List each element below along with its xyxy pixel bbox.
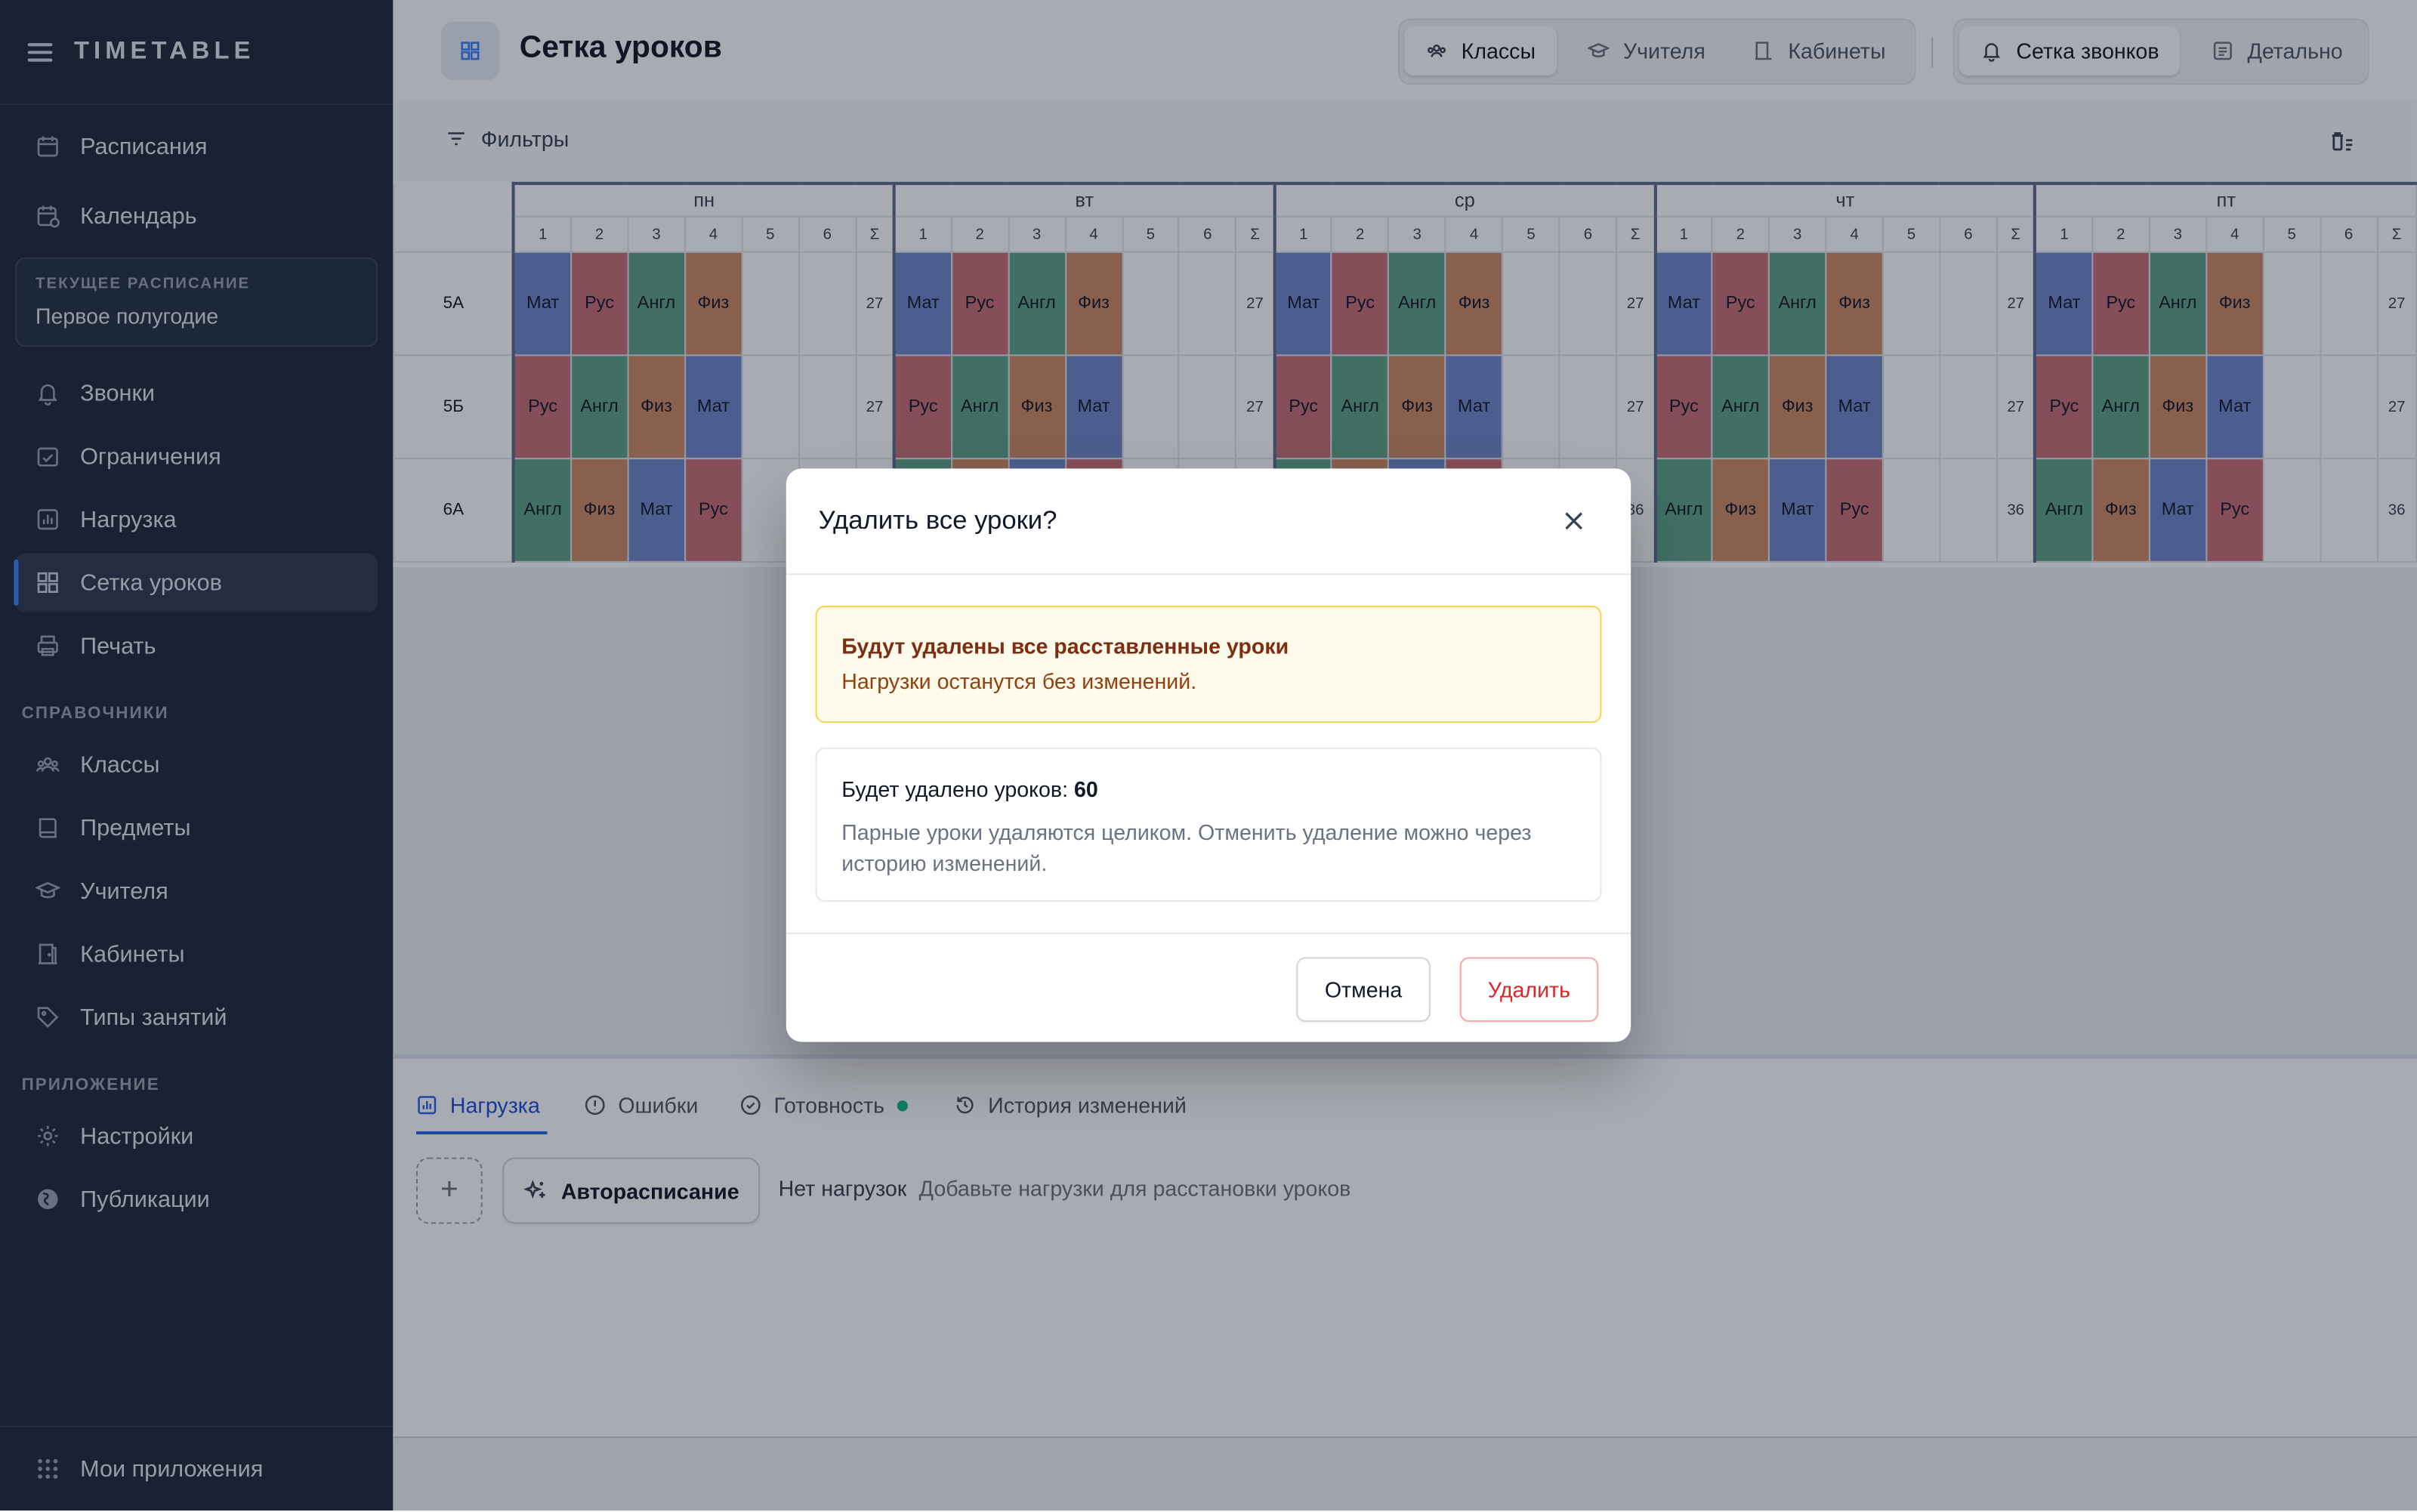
delete-count-line: Будет удалено уроков: 60 <box>841 777 1097 802</box>
delete-count-value: 60 <box>1073 776 1098 802</box>
warning-callout: Будут удалены все расставленные уроки На… <box>815 606 1602 724</box>
delete-button[interactable]: Удалить <box>1459 957 1599 1023</box>
dialog-header: Удалить все уроки? <box>786 468 1631 575</box>
cancel-button[interactable]: Отмена <box>1296 957 1431 1023</box>
warning-text: Нагрузки останутся без изменений. <box>841 668 1197 694</box>
warning-title: Будут удалены все расставленные уроки <box>841 633 1289 659</box>
delete-note: Парные уроки удаляются целиком. Отменить… <box>841 819 1532 876</box>
close-icon[interactable] <box>1560 507 1588 535</box>
dialog-title: Удалить все уроки? <box>818 505 1057 535</box>
delete-summary: Будет удалено уроков: 60 Парные уроки уд… <box>815 747 1602 902</box>
dialog-footer: Отмена Удалить <box>786 932 1631 1042</box>
delete-lessons-dialog: Удалить все уроки? Будут удалены все рас… <box>786 468 1631 1042</box>
delete-count-label: Будет удалено уроков: <box>841 776 1074 802</box>
